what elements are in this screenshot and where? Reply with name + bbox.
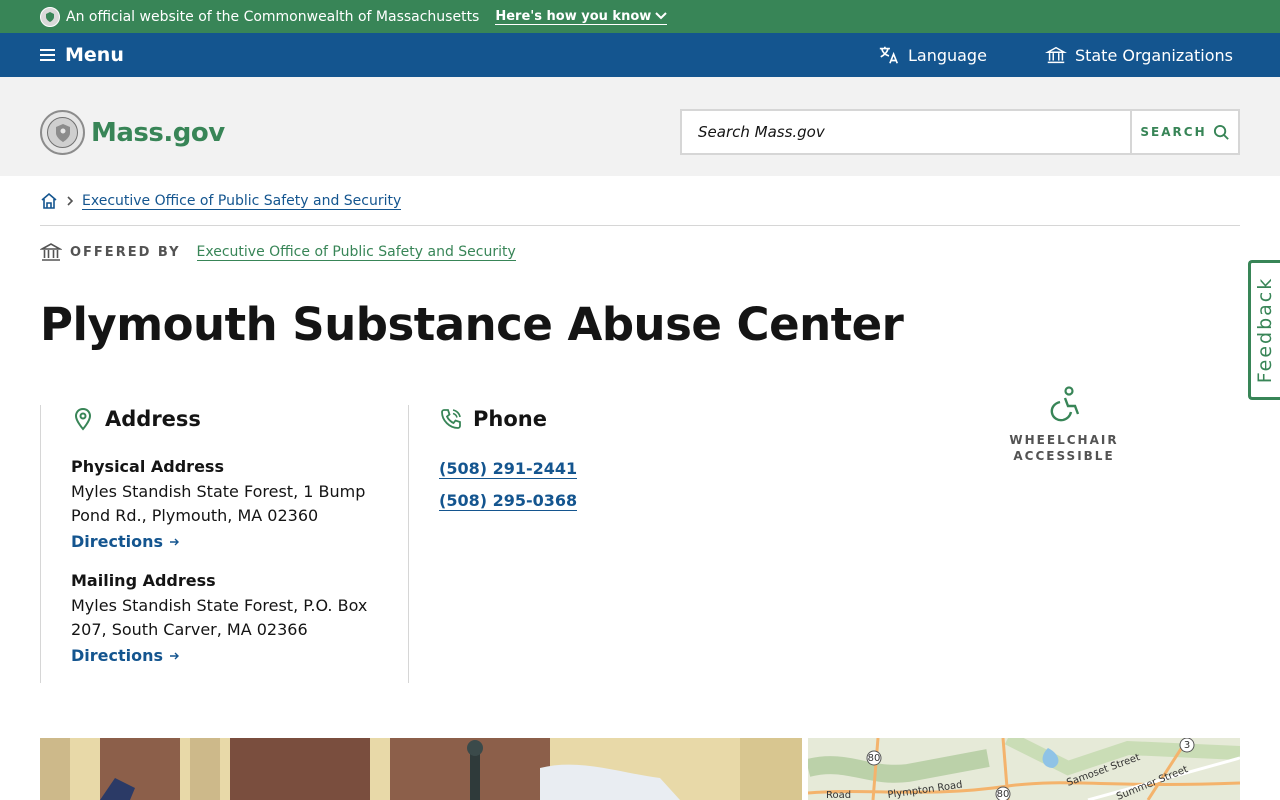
how-you-know-label: Here's how you know [495,8,652,24]
location-photo [40,738,802,800]
how-you-know-toggle[interactable]: Here's how you know [495,8,668,25]
map-route-marker: 3 [1184,740,1190,751]
map-route-marker: 80 [997,789,1010,800]
directions-label: Directions [71,532,164,551]
breadcrumb: Executive Office of Public Safety and Se… [40,192,402,210]
page-title: Plymouth Substance Abuse Center [40,298,904,351]
address-section: Address Physical Address Myles Standish … [40,405,408,683]
feedback-tab[interactable]: Feedback [1248,260,1280,400]
divider [40,225,1240,226]
chevron-right-icon [67,196,74,206]
phone-link[interactable]: (508) 291-2441 [439,459,578,479]
search-button[interactable]: SEARCH [1130,111,1238,153]
official-banner: An official website of the Commonwealth … [0,0,1280,33]
offered-by-label: OFFERED BY [70,244,181,260]
state-seal-icon [40,110,85,155]
phone-icon [441,409,461,429]
map-road-label: Road [826,790,851,800]
logo-text: Mass.gov [91,117,225,148]
chevron-down-icon [655,12,667,20]
address-heading: Address [105,407,201,431]
massachusetts-seal-icon [40,6,60,27]
translate-icon [879,46,898,64]
menu-button[interactable]: Menu [40,33,124,77]
search-form: SEARCH [680,109,1240,155]
wheelchair-label-line2: ACCESSIBLE [1013,449,1115,463]
arrow-right-icon [170,652,180,659]
menu-label: Menu [65,44,124,66]
mailing-address-text: Myles Standish State Forest, P.O. Box 20… [71,596,368,639]
phone-heading: Phone [473,407,547,431]
building-icon [1044,46,1067,64]
physical-address-label: Physical Address [71,457,224,476]
state-organizations-button[interactable]: State Organizations [1044,44,1233,66]
official-banner-text: An official website of the Commonwealth … [66,8,480,25]
building-icon [40,243,62,261]
mailing-address-label: Mailing Address [71,571,216,590]
home-icon[interactable] [40,192,58,210]
search-icon [1213,124,1229,140]
mass-gov-logo[interactable]: Mass.gov [40,110,225,155]
location-pin-icon [74,407,92,431]
breadcrumb-link[interactable]: Executive Office of Public Safety and Se… [82,193,402,210]
map-route-marker: 80 [868,753,881,764]
utility-nav: Menu Language State Organizations [0,33,1280,77]
mailing-directions-link[interactable]: Directions [71,646,180,665]
search-button-label: SEARCH [1140,125,1207,139]
feedback-label: Feedback [1254,276,1277,384]
arrow-right-icon [170,538,180,545]
wheelchair-accessible-badge: WHEELCHAIR ACCESSIBLE [1004,386,1124,464]
physical-address-text: Myles Standish State Forest, 1 Bump Pond… [71,482,366,525]
offered-by-org-link[interactable]: Executive Office of Public Safety and Se… [196,244,516,261]
wheelchair-label-line1: WHEELCHAIR [1009,433,1119,447]
language-button[interactable]: Language [878,44,987,66]
phone-section: Phone (508) 291-2441 (508) 295-0368 [408,405,708,683]
language-label: Language [907,45,987,65]
directions-label: Directions [71,646,164,665]
physical-directions-link[interactable]: Directions [71,532,180,551]
location-map[interactable]: 80 80 3 Road Plympton Road Samoset Stree… [808,738,1240,800]
site-header: Mass.gov SEARCH [0,77,1280,176]
search-input[interactable] [682,111,1130,153]
phone-link[interactable]: (508) 295-0368 [439,491,578,511]
state-organizations-label: State Organizations [1074,45,1233,65]
hamburger-icon [40,49,55,61]
wheelchair-icon [1050,386,1080,422]
offered-by: OFFERED BY Executive Office of Public Sa… [40,241,516,263]
